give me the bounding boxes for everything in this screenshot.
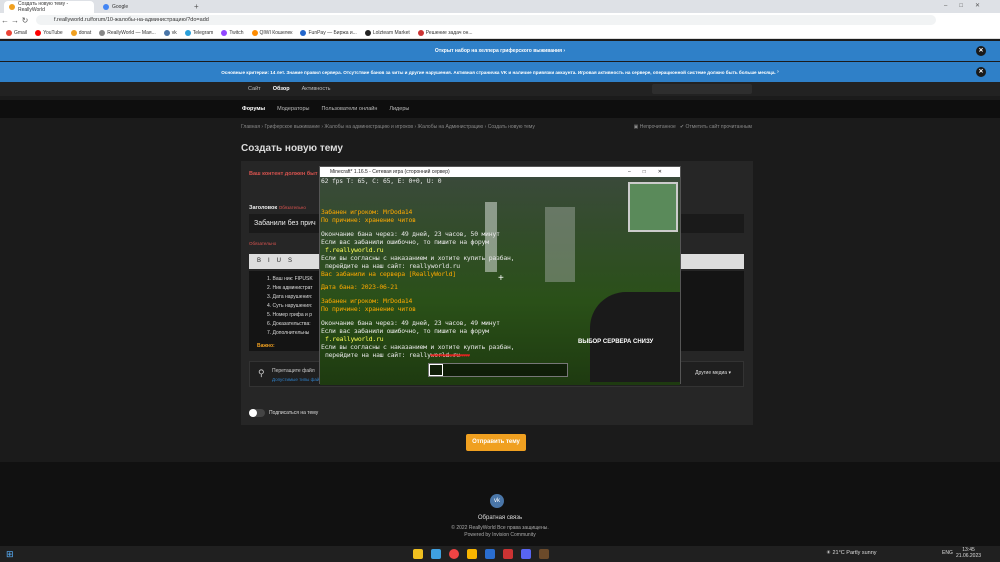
tab-active[interactable]: Создать новую тему - ReallyWorld [4,1,94,13]
chat-line: f.reallyworld.ru [325,335,384,343]
nav-forums[interactable]: Форумы [242,106,265,112]
chat-line: Вас забанили на сервера [ReallyWorld] [321,270,456,278]
telegram-icon[interactable] [484,549,495,559]
minecraft-icon[interactable] [538,549,549,559]
chat-line: Окончание бана через: 49 дней, 23 часов,… [321,230,500,238]
url-field[interactable]: f.reallyworld.ru/forum/10-жалобы-на-адми… [36,15,936,25]
minecraft-game-view[interactable]: 62 fps T: 65, C: 65, E: 0+0, U: 0 Забане… [320,177,680,385]
hotbar[interactable] [428,363,568,377]
nav-site[interactable]: Сайт [248,86,261,92]
nav-leaders[interactable]: Лидеры [389,106,409,112]
attach-label: Перетащите файл [272,368,315,374]
bookmark-item[interactable]: YouTube [35,29,63,36]
subscribe-toggle[interactable] [249,409,265,417]
primary-nav: Сайт Обзор Активность [0,82,1000,96]
bookmark-item[interactable]: Lolzteam Market [364,29,410,36]
submit-button[interactable]: Отправить тему [466,434,526,451]
template-list: 1. Ваш ник: FIPUSK 2. Ник администрат 3. Д… [267,276,313,336]
bookmark-item[interactable]: QIWI Кошелек [251,29,292,36]
secondary-nav: Форумы Модераторы Пользователи онлайн Ли… [0,100,1000,118]
forward-icon[interactable]: → [10,16,20,25]
windows-start-icon[interactable]: ⊞ [6,549,14,560]
nav-moderators[interactable]: Модераторы [277,106,309,112]
announcement-banner: Основные критерии: 14 лет. Знание правил… [0,62,1000,82]
chat-line: По причине: хранение читов [321,216,416,224]
bookmarks-bar: Gmail YouTube donat ReallyWorld — Мая...… [0,27,1000,39]
warning-text: Ваш контент должен быт [249,171,318,177]
bookmark-item[interactable]: Gmail [6,29,27,36]
wall-shape [545,207,575,282]
chat-line: Если вы согласны с наказанием и хотите к… [321,254,515,262]
minecraft-window[interactable]: Minecraft* 1.16.5 - Сетевая игра (сторон… [319,166,681,385]
subscribe-label: Подписаться на тему [269,410,319,416]
clock[interactable]: 13:45 21.06.2023 [956,547,981,559]
tab-label: Создать новую тему - ReallyWorld [18,1,69,13]
weather-widget[interactable]: ☀ 21°C Partly sunny [826,550,877,556]
chat-line: Забанен игроком: MrDoda14 [321,208,413,216]
bookmark-item[interactable]: vk [163,29,177,36]
language-indicator[interactable]: ENG [942,550,953,556]
bookmark-item[interactable]: Решение задач он... [417,29,473,36]
chat-line: Окончание бана через: 49 дней, 23 часов,… [321,319,500,327]
discord-icon[interactable] [520,549,531,559]
edge-icon[interactable] [430,549,441,559]
footer: vk Обратная связь © 2022 ReallyWorld Все… [0,462,1000,546]
health-hearts: ♥♥♥♥♥♥♥♥♥♥♥♥♥♥♥♥♥♥♥♥ [430,353,470,359]
back-icon[interactable]: ← [0,16,10,25]
announcement-banner: Открыт набор на хелпера гриферского выжи… [0,41,1000,61]
tab-bar: Создать новую тему - ReallyWorld Google … [0,0,1000,13]
vk-icon[interactable]: vk [490,494,504,508]
bookmark-item[interactable]: Twitch [221,29,244,36]
crosshair-icon: + [498,273,504,284]
close-icon[interactable]: ✕ [976,67,986,77]
close-icon[interactable]: ✕ [976,46,986,56]
chat-line: Если вы согласны с наказанием и хотите к… [321,343,515,351]
site-icon [9,4,15,10]
mic-icon[interactable] [502,549,513,559]
breadcrumb-actions[interactable]: ▣ Непрочитанное ✔ Отметить сайт прочитан… [634,124,752,130]
files-icon[interactable] [466,549,477,559]
tab-label: Google [112,4,129,10]
breadcrumb[interactable]: Главная › Гриферское выживание › Жалобы … [241,124,535,130]
chat-line: Если вас забанили ошибочно, то пишите на… [321,327,489,335]
minecraft-titlebar[interactable]: Minecraft* 1.16.5 - Сетевая игра (сторон… [320,167,680,177]
search-input[interactable] [652,84,752,94]
window-controls[interactable]: –□✕ [944,2,992,9]
new-tab-button[interactable]: + [194,2,199,11]
chat-line: Если вас забанили ошибочно, то пишите на… [321,238,489,246]
important-note: Важно: [257,343,275,349]
chat-line: f.reallyworld.ru [325,246,384,254]
other-media-button[interactable]: Другие медиа ▾ [695,370,731,376]
bookmark-item[interactable]: Telegram [184,29,213,36]
copyright: © 2022 ReallyWorld Все права защищены. [451,525,549,531]
bookmark-item[interactable]: ReallyWorld — Мая... [99,29,156,36]
bookmark-item[interactable]: donat [70,29,91,36]
bookmark-item[interactable]: FunPay — Биржа и... [300,29,357,36]
chat-line: Забанен игроком: MrDoda14 [321,297,413,305]
chat-line: Дата бана: 2023-06-21 [321,283,398,291]
tab-google[interactable]: Google [98,1,188,13]
feedback-link[interactable]: Обратная связь [0,515,1000,521]
hud-text: 62 fps T: 65, C: 65, E: 0+0, U: 0 [321,177,442,185]
nav-online[interactable]: Пользователи онлайн [321,106,377,112]
player-hand [590,292,680,382]
address-bar: ← → ↻ f.reallyworld.ru/forum/10-жалобы-на-… [0,13,1000,27]
taskbar: ⊞ ☀ 21°C Partly sunny ENG 13:45 21.06.202… [0,546,1000,562]
server-overlay: ВЫБОР СЕРВЕРА СНИЗУ [578,339,654,345]
google-icon [103,4,109,10]
chat-line: По причине: хранение читов [321,305,416,313]
chrome-icon[interactable] [448,549,459,559]
explorer-icon[interactable] [412,549,423,559]
chat-line: перейдите на наш сайт: reallyworld.ru [325,262,460,270]
paperclip-icon: ⚲ [258,368,265,378]
nav-activity[interactable]: Активность [302,86,331,92]
page-title: Создать новую тему [241,143,343,154]
content-required: Обязательно [249,241,277,246]
minimap [628,182,678,232]
field-label: Заголовок Обязательно [249,205,306,211]
powered-by: Powered by Invision Community [464,532,536,538]
nav-overview[interactable]: Обзор [273,86,290,92]
reload-icon[interactable]: ↻ [20,16,30,25]
